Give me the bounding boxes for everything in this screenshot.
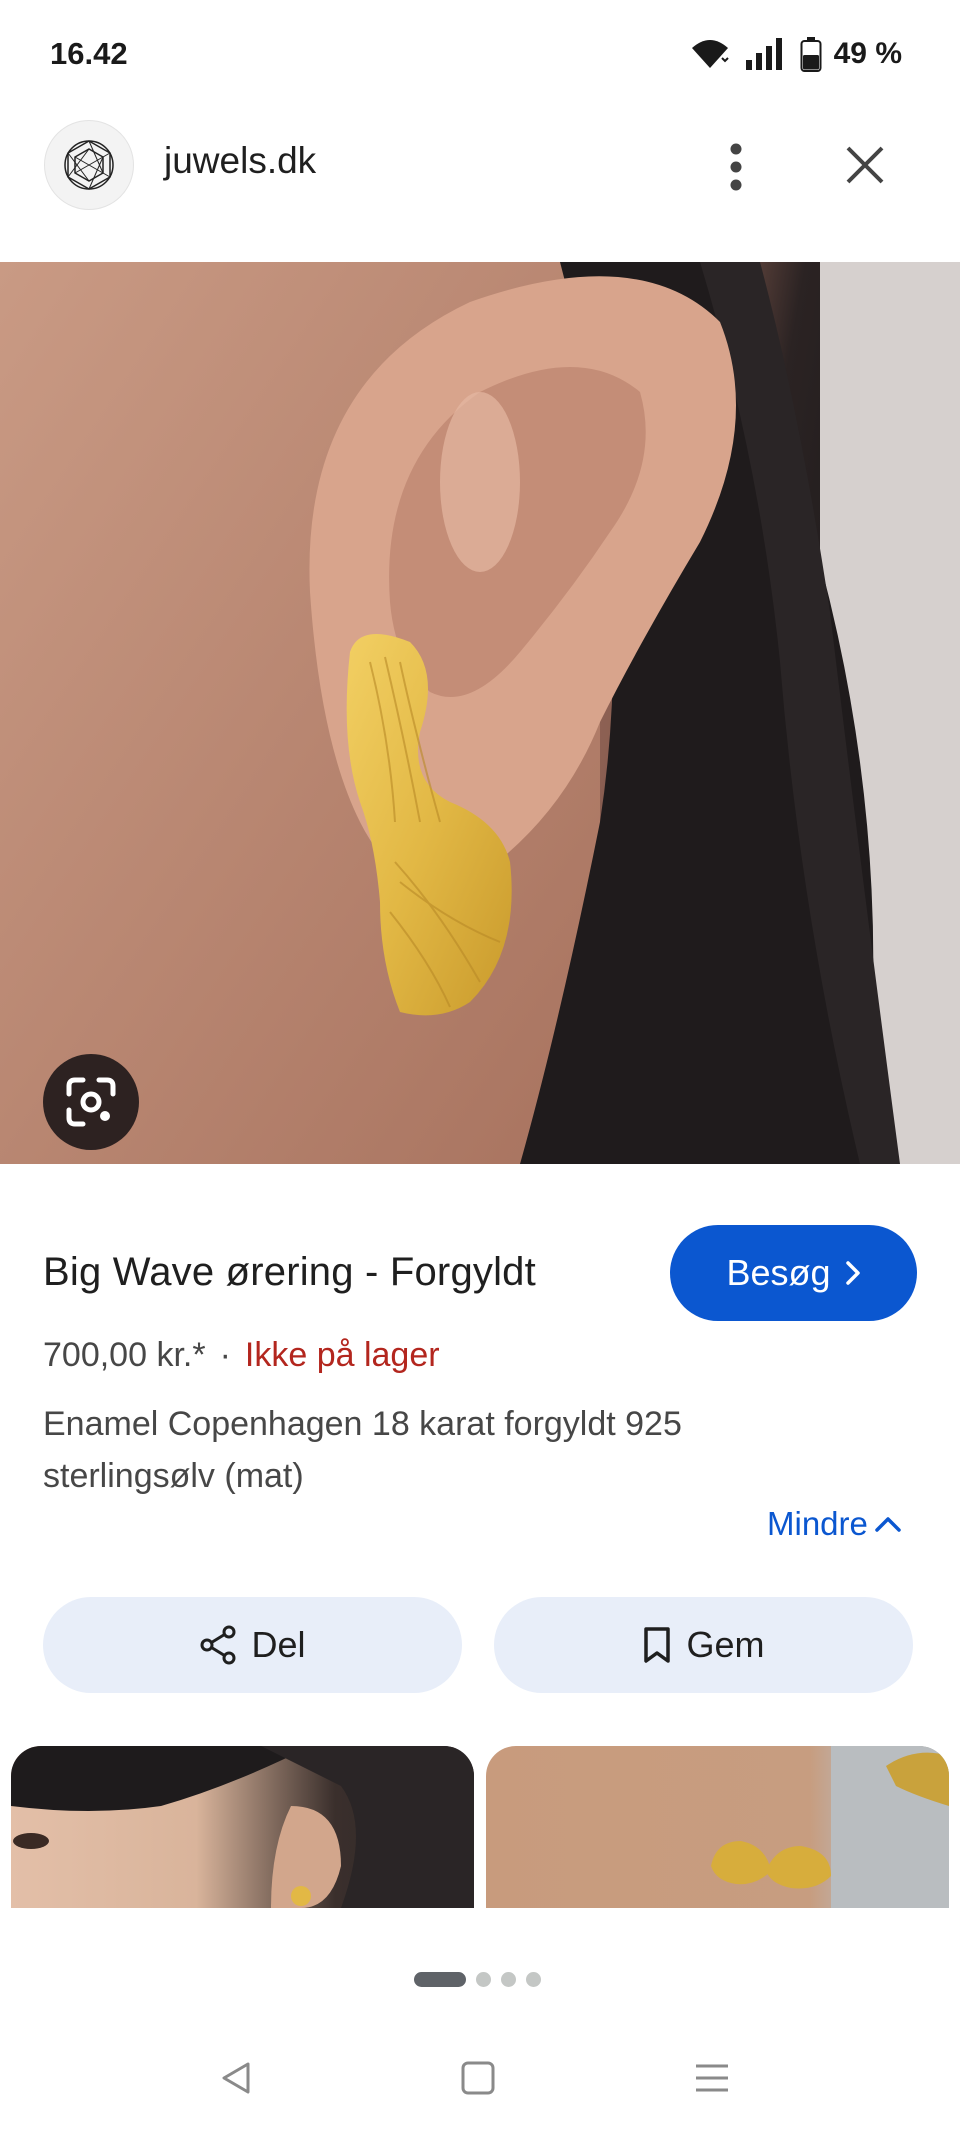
save-button[interactable]: Gem — [494, 1597, 913, 1693]
save-label: Gem — [686, 1624, 765, 1665]
status-time: 16.42 — [50, 36, 128, 71]
share-label: Del — [251, 1624, 306, 1665]
google-lens-icon — [66, 1077, 116, 1127]
close-button[interactable] — [838, 138, 892, 192]
pager-dot — [501, 1972, 516, 1987]
product-description: Enamel Copenhagen 18 karat forgyldt 925 … — [43, 1405, 682, 1495]
juwels-logo-icon — [64, 140, 114, 190]
visit-button-label: Besøg — [726, 1252, 831, 1293]
pager-dot — [526, 1972, 541, 1987]
share-button[interactable]: Del — [43, 1597, 462, 1693]
site-logo[interactable] — [44, 120, 134, 210]
more-vert-icon — [730, 143, 742, 191]
product-image[interactable] — [0, 262, 960, 1164]
bookmark-icon — [644, 1627, 671, 1663]
product-title: Big Wave ørering - Forgyldt — [43, 1250, 536, 1294]
image-pager — [414, 1972, 541, 1987]
close-icon — [846, 146, 884, 184]
visit-button[interactable]: Besøg — [670, 1225, 917, 1321]
separator: · — [219, 1336, 231, 1374]
chevron-up-icon — [875, 1517, 901, 1532]
stock-status: Ikke på lager — [244, 1336, 440, 1374]
battery-percentage: 49 % — [833, 37, 902, 70]
google-lens-button[interactable] — [43, 1054, 139, 1150]
wifi-icon — [691, 40, 729, 68]
price: 700,00 kr.* — [43, 1336, 206, 1374]
share-icon — [200, 1625, 236, 1665]
back-icon[interactable] — [216, 2058, 256, 2098]
price-row: 700,00 kr.* · Ikke på lager — [43, 1336, 440, 1375]
recents-icon[interactable] — [692, 2058, 732, 2098]
product-photo — [0, 262, 960, 1164]
pager-dot — [476, 1972, 491, 1987]
status-bar: 16.42 49 % — [0, 0, 960, 110]
site-header: juwels.dk — [0, 110, 960, 260]
related-image-1[interactable] — [11, 1746, 474, 1908]
home-icon[interactable] — [458, 2058, 498, 2098]
related-photo-1 — [11, 1746, 474, 1908]
chevron-right-icon — [845, 1261, 860, 1285]
status-icons: 49 % — [688, 34, 902, 74]
site-name[interactable]: juwels.dk — [164, 140, 316, 182]
show-less-button[interactable]: Mindre — [767, 1505, 902, 1543]
related-photo-2 — [711, 1746, 949, 1908]
battery-icon — [800, 37, 822, 72]
signal-icon — [745, 38, 782, 70]
show-less-label: Mindre — [767, 1505, 868, 1542]
system-nav-bar — [0, 2040, 960, 2133]
related-image-2[interactable] — [486, 1746, 949, 1908]
more-options-button[interactable] — [712, 132, 760, 202]
pager-dot-active — [414, 1972, 466, 1987]
